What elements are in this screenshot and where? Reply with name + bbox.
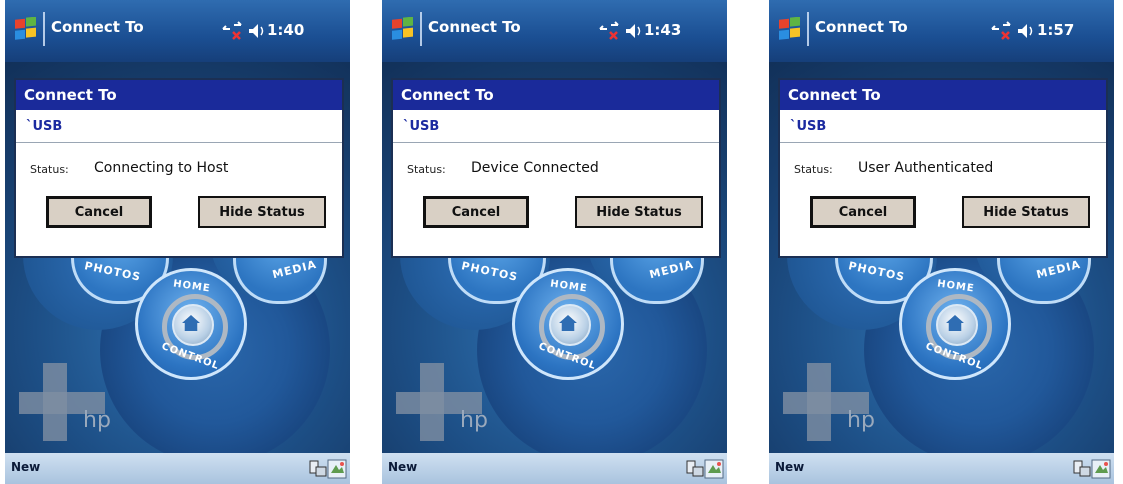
hp-logo-text: hp — [847, 408, 875, 433]
connect-dialog: Connect To `USB Status: Connecting to Ho… — [14, 78, 344, 258]
hide-status-button[interactable]: Hide Status — [575, 196, 703, 228]
windows-start-icon[interactable] — [390, 17, 416, 43]
device-screen-1: Connect To 1:40 PHOTOS MEDIA HOME CONTRO… — [5, 0, 350, 484]
input-panel-icon[interactable] — [327, 459, 347, 479]
connection-name: `USB — [16, 110, 342, 143]
photos-label: PHOTOS — [847, 259, 907, 284]
hide-status-button[interactable]: Hide Status — [198, 196, 326, 228]
dialog-title: Connect To — [393, 80, 719, 110]
window-title: Connect To — [815, 18, 908, 36]
new-menu-button[interactable]: New — [11, 460, 40, 474]
window-title: Connect To — [428, 18, 521, 36]
volume-icon[interactable] — [625, 22, 643, 40]
status-label: Status: — [407, 163, 446, 176]
connect-dialog: Connect To `USB Status: User Authenticat… — [778, 78, 1108, 258]
dialog-title: Connect To — [16, 80, 342, 110]
clock[interactable]: 1:43 — [644, 21, 681, 39]
media-label: MEDIA — [648, 257, 696, 282]
hide-status-button[interactable]: Hide Status — [962, 196, 1090, 228]
cancel-button[interactable]: Cancel — [423, 196, 529, 228]
menu-bar: New — [5, 453, 350, 484]
cancel-button[interactable]: Cancel — [810, 196, 916, 228]
photos-label: PHOTOS — [460, 259, 520, 284]
title-bar: Connect To 1:43 — [382, 0, 727, 62]
home-control-button[interactable]: HOME CONTROL — [512, 268, 624, 380]
status-label: Status: — [30, 163, 69, 176]
device-screen-3: Connect To 1:57 PHOTOS MEDIA HOME CONTRO… — [769, 0, 1114, 484]
title-separator — [420, 12, 422, 46]
keyboard-icon[interactable] — [309, 458, 327, 478]
title-bar: Connect To 1:40 — [5, 0, 350, 62]
dialog-title: Connect To — [780, 80, 1106, 110]
windows-start-icon[interactable] — [777, 17, 803, 43]
home-control-button[interactable]: HOME CONTROL — [135, 268, 247, 380]
home-label: HOME — [936, 278, 976, 295]
menu-bar: New — [382, 453, 727, 484]
keyboard-icon[interactable] — [1073, 458, 1091, 478]
home-label: HOME — [172, 278, 212, 295]
status-value: Connecting to Host — [94, 160, 229, 176]
title-separator — [43, 12, 45, 46]
home-control-button[interactable]: HOME CONTROL — [899, 268, 1011, 380]
title-bar: Connect To 1:57 — [769, 0, 1114, 62]
input-panel-icon[interactable] — [704, 459, 724, 479]
house-icon — [549, 304, 591, 346]
hp-logo-text: hp — [460, 408, 488, 433]
connection-name: `USB — [780, 110, 1106, 143]
volume-icon[interactable] — [1017, 22, 1035, 40]
windows-start-icon[interactable] — [13, 17, 39, 43]
status-value: User Authenticated — [858, 160, 994, 176]
input-panel-icon[interactable] — [1091, 459, 1111, 479]
clock[interactable]: 1:40 — [267, 21, 304, 39]
title-separator — [807, 12, 809, 46]
network-signal-icon[interactable] — [597, 21, 621, 41]
connection-name: `USB — [393, 110, 719, 143]
new-menu-button[interactable]: New — [388, 460, 417, 474]
keyboard-icon[interactable] — [686, 458, 704, 478]
cancel-button[interactable]: Cancel — [46, 196, 152, 228]
menu-bar: New — [769, 453, 1114, 484]
house-icon — [936, 304, 978, 346]
window-title: Connect To — [51, 18, 144, 36]
house-icon — [172, 304, 214, 346]
connect-dialog: Connect To `USB Status: Device Connected… — [391, 78, 721, 258]
new-menu-button[interactable]: New — [775, 460, 804, 474]
home-label: HOME — [549, 278, 589, 295]
status-label: Status: — [794, 163, 833, 176]
media-label: MEDIA — [1035, 257, 1083, 282]
volume-icon[interactable] — [248, 22, 266, 40]
status-value: Device Connected — [471, 160, 599, 176]
clock[interactable]: 1:57 — [1037, 21, 1074, 39]
network-signal-icon[interactable] — [989, 21, 1013, 41]
device-screen-2: Connect To 1:43 PHOTOS MEDIA HOME CONTRO… — [382, 0, 727, 484]
media-label: MEDIA — [271, 257, 319, 282]
hp-logo-text: hp — [83, 408, 111, 433]
network-signal-icon[interactable] — [220, 21, 244, 41]
photos-label: PHOTOS — [83, 259, 143, 284]
